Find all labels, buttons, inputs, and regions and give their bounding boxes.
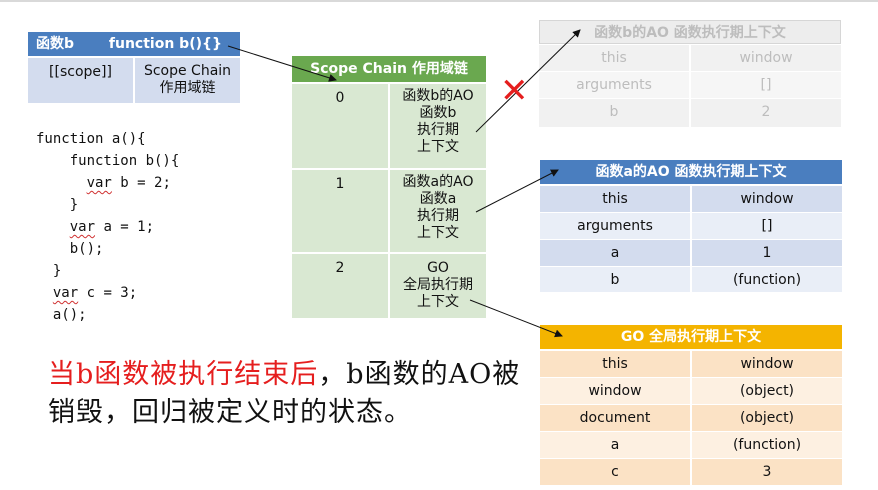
- arrows-overlay: [227, 29, 581, 338]
- arrow-scope-to-chain: [227, 45, 337, 82]
- arrow-chain1-to-ao-a: [475, 169, 559, 213]
- arrow-chain2-to-go: [469, 299, 563, 338]
- cross-icon: ✕: [500, 71, 529, 111]
